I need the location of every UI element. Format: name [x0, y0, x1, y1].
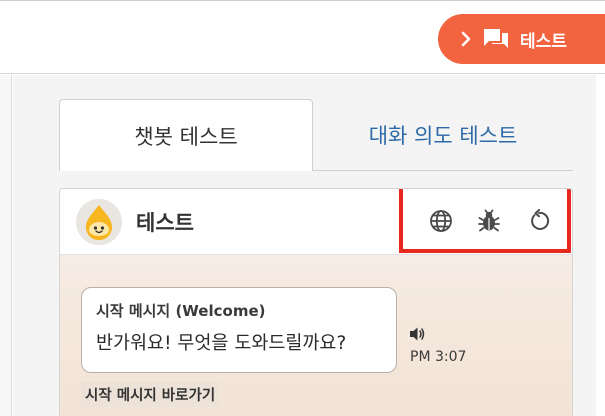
header-icons-highlight	[399, 189, 571, 253]
test-button-label: 테스트	[520, 31, 567, 52]
message-timestamp: PM 3:07	[410, 349, 467, 365]
right-panel-edge	[596, 75, 605, 416]
welcome-shortcut-link[interactable]: 시작 메시지 바로가기	[81, 382, 220, 407]
message-title: 시작 메시지 (Welcome)	[96, 302, 266, 320]
welcome-message-bubble: 시작 메시지 (Welcome) 반가워요! 무엇을 도와드릴까요?	[81, 287, 397, 373]
tab-intent-test-label: 대화 의도 테스트	[368, 124, 518, 148]
left-panel-edge	[0, 75, 12, 416]
test-toggle-button[interactable]: 테스트	[438, 14, 605, 64]
chat-header: 테스트	[60, 189, 572, 255]
bot-name: 테스트	[136, 211, 194, 235]
chat-message-area: 시작 메시지 (Welcome) 반가워요! 무엇을 도와드릴까요? PM 3:…	[60, 255, 572, 416]
tab-chatbot-test-label: 챗봇 테스트	[134, 124, 238, 149]
chat-panel: 테스트 시작 메시지 (Welcome) 반가워요! 무엇을 도와드릴까요? P…	[59, 188, 573, 416]
tab-divider	[313, 170, 573, 171]
top-bar: 테스트	[0, 0, 605, 74]
tab-intent-test[interactable]: 대화 의도 테스트	[313, 99, 573, 171]
message-text: 반가워요! 무엇을 도와드릴까요?	[96, 333, 347, 354]
chevron-right-icon	[460, 31, 472, 47]
bot-avatar	[76, 199, 122, 245]
chat-bubbles-icon	[482, 27, 510, 51]
speaker-icon[interactable]	[408, 325, 426, 343]
tab-chatbot-test[interactable]: 챗봇 테스트	[59, 99, 313, 171]
top-divider	[0, 0, 605, 1]
